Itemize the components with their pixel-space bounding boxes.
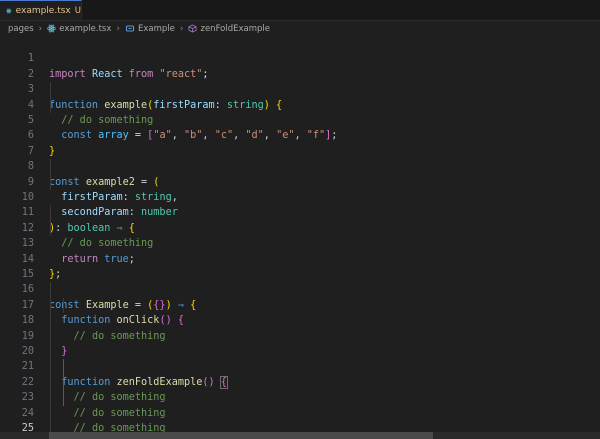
react-icon — [6, 8, 12, 13]
code-line: 20 — [0, 329, 600, 357]
code-line: 13 return true; — [0, 221, 600, 264]
indent-guide — [50, 282, 51, 437]
react-icon — [47, 24, 57, 33]
code-line: 5 const array = ["a", "b", "c", "d", "e"… — [0, 98, 600, 141]
code-line: 19 } — [0, 313, 600, 357]
chevron-right-icon: › — [116, 23, 120, 34]
code-line: 17 function onClick() { — [0, 282, 600, 326]
editor-window: example.tsx U pages › example.tsx › Exam… — [0, 0, 600, 439]
chevron-right-icon: › — [179, 23, 184, 34]
code-line-active: 25 } — [0, 406, 600, 439]
code-line: 16 const Example = ({}) ⇒ { — [0, 267, 600, 310]
code-line: 3 function example(firstParam: string) { — [0, 67, 600, 110]
breadcrumb-item-file[interactable]: example.tsx — [59, 24, 111, 34]
tab-example-tsx[interactable]: example.tsx U — [0, 0, 82, 20]
code-line: 23 // do something — [0, 375, 600, 418]
indent-guide — [50, 82, 51, 113]
indent-guide — [63, 297, 64, 314]
code-line: 22 // do something — [0, 359, 600, 403]
code-line: 8 const example2 = ( — [0, 144, 600, 187]
code-line: 1 import React from "react"; — [0, 36, 600, 79]
indent-guide — [50, 159, 51, 190]
indent-guide-active — [63, 359, 64, 406]
code-line: 21 function zenFoldExample() { — [0, 344, 600, 389]
tab-bar: example.tsx U — [0, 0, 600, 21]
tab-filename: example.tsx — [15, 5, 71, 16]
breadcrumb-item-example[interactable]: Example — [138, 24, 175, 34]
indent-guide — [50, 205, 51, 237]
code-line: 14 }; — [0, 236, 600, 280]
untracked-badge: U — [74, 5, 81, 16]
variable-icon — [126, 25, 134, 32]
code-line: 18 // do something — [0, 298, 600, 341]
code-line: 12 // do something — [0, 205, 600, 249]
method-cube-icon — [189, 24, 197, 33]
code-line: 7 — [0, 128, 600, 157]
breadcrumb-item-zenfoldexample[interactable]: zenFoldExample — [200, 24, 270, 34]
breadcrumb-item-pages[interactable]: pages — [8, 24, 34, 34]
breadcrumb: pages › example.tsx › Example › zenFoldE… — [0, 21, 600, 36]
code-line: 9 firstParam: string, — [0, 159, 600, 203]
code-line: 11 ): boolean ⇒ { — [0, 190, 600, 233]
chevron-right-icon: › — [38, 23, 43, 34]
code-line: 2 — [0, 51, 600, 80]
code-line: 15 — [0, 252, 600, 280]
code-line: 6 } — [0, 113, 600, 156]
code-editor[interactable]: 1 import React from "react"; 2 3 functio… — [0, 36, 600, 439]
code-line: 4 // do something — [0, 82, 600, 126]
code-line: 10 secondParam: number — [0, 175, 600, 218]
code-line: 24 // do something — [0, 390, 600, 434]
horizontal-scrollbar-thumb[interactable] — [49, 432, 433, 439]
